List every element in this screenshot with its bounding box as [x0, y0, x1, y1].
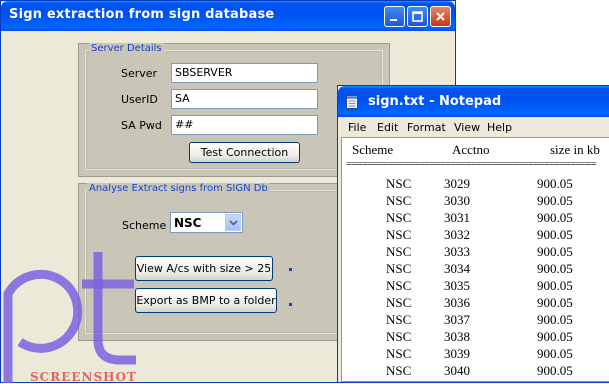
server-label: Server: [121, 67, 158, 80]
row-acctno: 3035: [444, 278, 470, 293]
main-window-title: Sign extraction from sign database: [9, 7, 275, 22]
chevron-down-icon[interactable]: [225, 214, 241, 231]
row-size: 900.05: [537, 329, 573, 344]
minimize-button[interactable]: [384, 6, 405, 27]
row-scheme: NSC: [386, 278, 412, 293]
view-accounts-indicator: [289, 268, 292, 271]
header-separator: ========================================…: [346, 158, 597, 170]
maximize-button[interactable]: [407, 6, 428, 27]
scheme-label: Scheme: [122, 219, 167, 232]
close-icon: [436, 12, 445, 21]
row-scheme: NSC: [386, 363, 412, 378]
userid-input[interactable]: SA: [171, 89, 318, 109]
row-size: 900.05: [537, 210, 573, 225]
row-scheme: NSC: [386, 312, 412, 327]
header-size: size in kb: [550, 142, 600, 157]
notepad-icon: [346, 95, 358, 109]
row-acctno: 3038: [444, 329, 470, 344]
row-acctno: 3037: [444, 312, 470, 327]
header-scheme: Scheme: [352, 142, 394, 157]
scheme-select-value: NSC: [174, 216, 202, 230]
maximize-icon: [412, 11, 423, 22]
row-size: 900.05: [537, 346, 573, 361]
row-scheme: NSC: [386, 176, 412, 191]
menu-view[interactable]: View: [454, 121, 480, 134]
server-details-legend: Server Details: [89, 43, 164, 54]
row-acctno: 3036: [444, 295, 470, 310]
row-acctno: 3040: [444, 363, 470, 378]
row-acctno: 3030: [444, 193, 470, 208]
main-titlebar[interactable]: Sign extraction from sign database: [1, 1, 455, 31]
password-input[interactable]: ##: [171, 115, 318, 135]
row-scheme: NSC: [386, 244, 412, 259]
row-size: 900.05: [537, 227, 573, 242]
row-size: 900.05: [537, 278, 573, 293]
watermark-text: SCREENSHOT: [30, 370, 137, 384]
header-acctno: Acctno: [452, 142, 490, 157]
notepad-text-area[interactable]: Scheme Acctno size in kb ===============…: [341, 137, 609, 382]
notepad-menubar: File Edit Format View Help: [338, 117, 609, 137]
pt-logo-watermark: [3, 252, 136, 383]
export-bmp-button[interactable]: Export as BMP to a folder: [135, 288, 277, 313]
export-bmp-indicator: [289, 303, 292, 306]
row-scheme: NSC: [386, 210, 412, 225]
notepad-titlebar[interactable]: sign.txt - Notepad: [338, 86, 609, 117]
row-size: 900.05: [537, 363, 573, 378]
row-acctno: 3034: [444, 261, 470, 276]
password-label: SA Pwd: [121, 119, 162, 132]
server-input[interactable]: SBSERVER: [171, 63, 318, 83]
test-connection-button[interactable]: Test Connection: [189, 142, 300, 163]
row-size: 900.05: [537, 312, 573, 327]
row-size: 900.05: [537, 295, 573, 310]
row-size: 900.05: [537, 261, 573, 276]
menu-help[interactable]: Help: [487, 121, 512, 134]
row-scheme: NSC: [386, 295, 412, 310]
notepad-title: sign.txt - Notepad: [368, 94, 502, 109]
row-size: 900.05: [537, 244, 573, 259]
scheme-select[interactable]: NSC: [170, 212, 243, 233]
row-acctno: 3033: [444, 244, 470, 259]
row-acctno: 3031: [444, 210, 470, 225]
close-button[interactable]: [430, 6, 451, 27]
notepad-window: sign.txt - Notepad File Edit Format View…: [337, 85, 609, 383]
userid-label: UserID: [121, 93, 158, 106]
view-accounts-button[interactable]: View A/cs with size > 25: [135, 256, 273, 281]
menu-format[interactable]: Format: [407, 121, 446, 134]
row-scheme: NSC: [386, 346, 412, 361]
row-scheme: NSC: [386, 193, 412, 208]
row-scheme: NSC: [386, 261, 412, 276]
minimize-icon: [390, 19, 397, 21]
row-acctno: 3039: [444, 346, 470, 361]
menu-edit[interactable]: Edit: [377, 121, 398, 134]
analyse-legend: Analyse Extract signs from SIGN Db: [87, 183, 270, 194]
menu-file[interactable]: File: [348, 121, 366, 134]
row-acctno: 3032: [444, 227, 470, 242]
row-scheme: NSC: [386, 329, 412, 344]
row-acctno: 3029: [444, 176, 470, 191]
row-scheme: NSC: [386, 227, 412, 242]
row-size: 900.05: [537, 193, 573, 208]
row-size: 900.05: [537, 176, 573, 191]
